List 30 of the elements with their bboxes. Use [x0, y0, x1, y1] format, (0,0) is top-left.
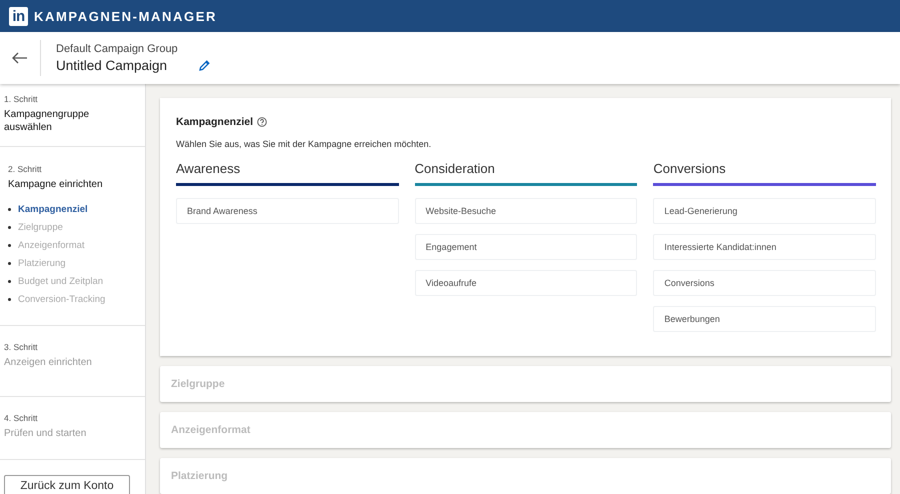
- campaign-group-name: Default Campaign Group: [56, 43, 179, 55]
- linkedin-logo: in: [9, 6, 28, 26]
- category-heading: Awareness: [176, 161, 242, 177]
- category-heading: Conversions: [653, 161, 727, 177]
- step-title: Anzeigen einrichten: [4, 356, 93, 369]
- objective-option[interactable]: Engagement: [414, 234, 638, 260]
- step-number: 1. Schritt: [4, 94, 39, 104]
- substep-link[interactable]: Kampagnenziel: [8, 200, 141, 218]
- objective-option[interactable]: Lead-Generierung: [653, 198, 876, 224]
- app-title: KAMPAGNEN-MANAGER: [34, 8, 217, 24]
- category-heading: Consideration: [414, 161, 496, 177]
- step-title: Prüfen und starten: [4, 427, 88, 440]
- objective-option[interactable]: Conversions: [653, 270, 876, 296]
- objective-option[interactable]: Website-Besuche: [414, 198, 638, 224]
- step-title: Kampagnengruppe auswählen: [4, 108, 90, 134]
- section-title: Kampagnenziel: [176, 116, 254, 128]
- step-number: 3. Schritt: [4, 342, 39, 352]
- instruction-text: Wählen Sie aus, was Sie mit der Kampagne erreichen möchten.: [176, 139, 432, 149]
- objective-option[interactable]: Videoaufrufe: [414, 270, 638, 296]
- objective-option[interactable]: Brand Awareness: [176, 198, 399, 224]
- edit-icon[interactable]: [199, 60, 210, 71]
- help-icon[interactable]: [257, 117, 268, 127]
- back-arrow-icon[interactable]: [12, 52, 28, 64]
- step-number: 2. Schritt: [8, 164, 43, 174]
- campaign-name: Untitled Campaign: [56, 58, 168, 73]
- objective-option[interactable]: Bewerbungen: [653, 306, 876, 332]
- step-title: Kampagne einrichten: [8, 178, 104, 191]
- step-number: 4. Schritt: [4, 413, 39, 423]
- objective-option[interactable]: Interessierte Kandidat:innen: [653, 234, 876, 260]
- back-to-account-button[interactable]: Zurück zum Konto: [4, 475, 130, 494]
